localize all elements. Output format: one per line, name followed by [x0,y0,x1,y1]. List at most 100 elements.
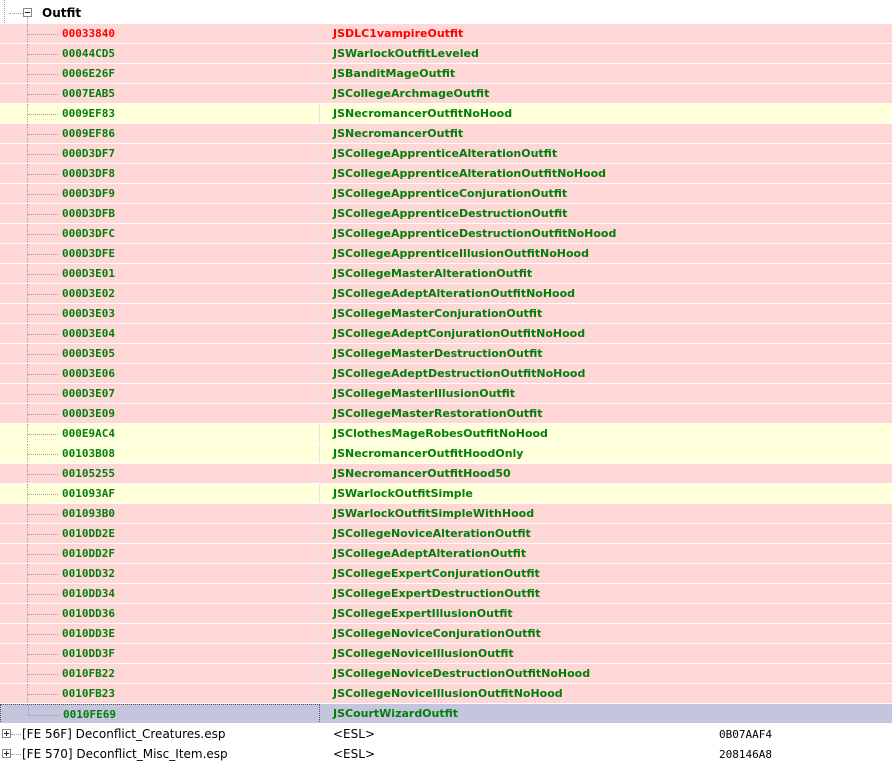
record-row[interactable]: 001093AF JSWarlockOutfitSimple [0,484,892,504]
tree-guide-line [28,334,58,335]
formid-cell: 0007EAB5 [0,84,320,104]
formid-cell: 000D3E01 [0,264,320,284]
record-formid: 00105255 [62,467,115,480]
record-row[interactable]: 0010DD36 JSCollegeExpertIllusionOutfit [0,604,892,624]
record-row[interactable]: 000D3DFC JSCollegeApprenticeDestructionOu… [0,224,892,244]
record-formid: 0009EF86 [62,127,115,140]
record-row[interactable]: 000D3E09 JSCollegeMasterRestorationOutfit [0,404,892,424]
editor-id-cell: JSNecromancerOutfitHood50 [320,464,892,484]
formid-cell: 0009EF86 [0,124,320,144]
plugin-row[interactable]: [FE 56F] Deconflict_Creatures.esp <ESL> … [0,724,892,744]
record-row[interactable]: 000D3E04 JSCollegeAdeptConjurationOutfitN… [0,324,892,344]
record-formid: 0010FB23 [62,687,115,700]
record-row[interactable]: 000D3E01 JSCollegeMasterAlterationOutfit [0,264,892,284]
formid-cell: 000D3E07 [0,384,320,404]
formid-cell: 0010DD3E [0,624,320,644]
record-tree-view: Outfit 00033840 JSDLC1vampireOutfit 00044C… [0,0,892,764]
record-row[interactable]: 000D3DF7 JSCollegeApprenticeAlterationOut… [0,144,892,164]
editor-id-cell: JSCollegeApprenticeAlterationOutfit [320,144,892,164]
record-editor-id: JSCollegeApprenticeDestructionOutfit [333,207,568,220]
editor-id-cell: JSCollegeMasterIllusionOutfit [320,384,892,404]
record-row[interactable]: 000D3E03 JSCollegeMasterConjurationOutfit [0,304,892,324]
editor-id-cell: JSNecromancerOutfitHoodOnly [320,444,892,464]
record-editor-id: JSCollegeArchmageOutfit [333,87,490,100]
tree-guide-line [28,634,58,635]
record-editor-id: JSBanditMageOutfit [333,67,456,80]
editor-id-cell: JSCollegeArchmageOutfit [320,84,892,104]
record-editor-id: JSCollegeNoviceIllusionOutfit [333,647,514,660]
formid-cell: 000D3E09 [0,404,320,424]
record-row[interactable]: 0010DD3F JSCollegeNoviceIllusionOutfit [0,644,892,664]
record-row[interactable]: 0010DD2F JSCollegeAdeptAlterationOutfit [0,544,892,564]
record-row[interactable]: 0010DD2E JSCollegeNoviceAlterationOutfit [0,524,892,544]
record-row[interactable]: 000D3DFE JSCollegeApprenticeIllusionOutfi… [0,244,892,264]
tree-guide-line [28,134,58,135]
formid-cell: 0010DD2F [0,544,320,564]
formid-cell: 0009EF83 [0,104,320,124]
record-row[interactable]: 00044CD5 JSWarlockOutfitLeveled [0,44,892,64]
formid-cell: 000D3E03 [0,304,320,324]
group-row-outfit[interactable]: Outfit [0,0,892,23]
formid-cell: 00044CD5 [0,44,320,64]
editor-id-cell: JSCollegeMasterDestructionOutfit [320,344,892,364]
record-row[interactable]: 0010DD34 JSCollegeExpertDestructionOutfit [0,584,892,604]
record-formid: 0010DD36 [62,607,115,620]
record-row[interactable]: 0010FE69 JSCourtWizardOutfit [0,704,892,724]
tree-guide-line [28,574,58,575]
tree-guide-line [28,194,58,195]
record-row[interactable]: 000D3E02 JSCollegeAdeptAlterationOutfitNo… [0,284,892,304]
tree-guide-line [28,294,58,295]
record-editor-id: JSWarlockOutfitLeveled [333,47,479,60]
editor-id-cell: JSCollegeMasterAlterationOutfit [320,264,892,284]
collapse-icon[interactable] [23,8,32,17]
formid-cell: 000D3DFB [0,204,320,224]
tree-guide-line [29,715,59,716]
record-formid: 0010DD2F [62,547,115,560]
record-row[interactable]: 0009EF83 JSNecromancerOutfitNoHood [0,104,892,124]
record-row[interactable]: 000D3DFB JSCollegeApprenticeDestructionOu… [0,204,892,224]
record-formid: 000D3DFC [62,227,115,240]
record-row[interactable]: 000D3E06 JSCollegeAdeptDestructionOutfitN… [0,364,892,384]
editor-id-cell: JSClothesMageRobesOutfitNoHood [320,424,892,444]
editor-id-cell: JSWarlockOutfitSimpleWithHood [320,504,892,524]
formid-cell: 0006E26F [0,64,320,84]
editor-id-cell: JSNecromancerOutfit [320,124,892,144]
plugin-name: [FE 570] Deconflict_Misc_Item.esp [22,747,228,761]
record-row[interactable]: 000D3E05 JSCollegeMasterDestructionOutfit [0,344,892,364]
expand-icon[interactable] [2,749,11,758]
record-row[interactable]: 0010FB23 JSCollegeNoviceIllusionOutfitNoH… [0,684,892,704]
record-row[interactable]: 00103B08 JSNecromancerOutfitHoodOnly [0,444,892,464]
tree-guide-line [28,374,58,375]
record-row[interactable]: 001093B0 JSWarlockOutfitSimpleWithHood [0,504,892,524]
formid-cell: 000D3DF7 [0,144,320,164]
expand-icon[interactable] [2,729,11,738]
record-editor-id: JSCollegeAdeptDestructionOutfitNoHood [333,367,586,380]
tree-guide-line [28,494,58,495]
record-row[interactable]: 0010DD3E JSCollegeNoviceConjurationOutfit [0,624,892,644]
formid-cell: 0010DD3F [0,644,320,664]
record-formid: 0010DD34 [62,587,115,600]
editor-id-cell: JSWarlockOutfitLeveled [320,44,892,64]
record-row[interactable]: 0007EAB5 JSCollegeArchmageOutfit [0,84,892,104]
record-editor-id: JSNecromancerOutfitHoodOnly [333,447,524,460]
record-row[interactable]: 000D3DF9 JSCollegeApprenticeConjurationOu… [0,184,892,204]
record-formid: 0006E26F [62,67,115,80]
record-editor-id: JSCollegeAdeptAlterationOutfit [333,547,527,560]
record-formid: 001093AF [62,487,115,500]
tree-guide-line [28,434,58,435]
record-editor-id: JSCollegeApprenticeConjurationOutfit [333,187,568,200]
editor-id-cell: JSBanditMageOutfit [320,64,892,84]
record-row[interactable]: 000D3E07 JSCollegeMasterIllusionOutfit [0,384,892,404]
record-row[interactable]: 00105255 JSNecromancerOutfitHood50 [0,464,892,484]
tree-guide-line [28,274,58,275]
record-row[interactable]: 000E9AC4 JSClothesMageRobesOutfitNoHood [0,424,892,444]
record-row[interactable]: 000D3DF8 JSCollegeApprenticeAlterationOut… [0,164,892,184]
tree-guide-line [28,534,58,535]
plugin-row[interactable]: [FE 570] Deconflict_Misc_Item.esp <ESL> … [0,744,892,764]
record-row[interactable]: 0010DD32 JSCollegeExpertConjurationOutfit [0,564,892,584]
record-row[interactable]: 0009EF86 JSNecromancerOutfit [0,124,892,144]
record-row[interactable]: 0010FB22 JSCollegeNoviceDestructionOutfit… [0,664,892,684]
editor-id-cell: JSCollegeApprenticeIllusionOutfitNoHood [320,244,892,264]
record-row[interactable]: 00033840 JSDLC1vampireOutfit [0,24,892,44]
record-row[interactable]: 0006E26F JSBanditMageOutfit [0,64,892,84]
